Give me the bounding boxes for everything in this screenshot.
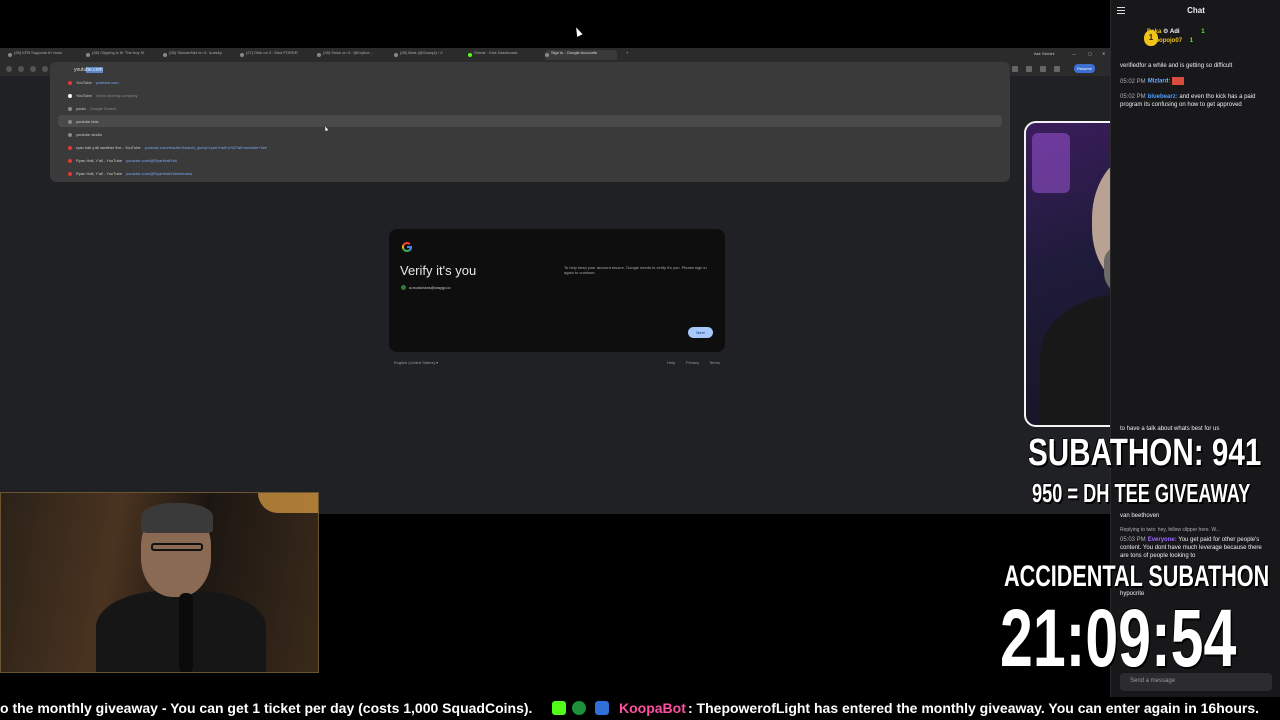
suggestion-item[interactable]: ryan hall y'all weather live - YouTube yo… (58, 141, 1002, 153)
accidental-subathon-label: ACCIDENTAL SUBATHON (1004, 560, 1270, 593)
chat-message: 05:03 PM Everyone: You get paid for other… (1120, 537, 1262, 559)
google-logo-icon (402, 242, 412, 252)
back-icon[interactable] (6, 66, 12, 72)
suggestion-item[interactable]: Ryan Hall, Y'all - YouTube youtube.com/@R… (58, 167, 1002, 179)
home-icon[interactable] (42, 66, 48, 72)
extension-icon[interactable] (1026, 66, 1032, 72)
forward-icon[interactable] (18, 66, 24, 72)
browser-tab[interactable]: (28) Beat (@Sounpl) / X (394, 50, 460, 60)
ticker-bot-name: KoopaBot (619, 700, 686, 716)
webcam-guest (0, 492, 319, 673)
close-icon[interactable]: ✕ (1102, 51, 1105, 56)
subathon-counter: SUBATHON: 941 (1028, 432, 1262, 474)
suggestion-item[interactable]: youtu Google Search (58, 102, 1002, 114)
typed-text: youtu (74, 67, 87, 73)
extension-icon[interactable] (1054, 66, 1060, 72)
mouse-cursor-icon (573, 26, 583, 37)
google-verify-card: Verify it's you a.ecatorians@waygo.io To… (389, 229, 725, 352)
emote-icon (1172, 77, 1185, 85)
help-link[interactable]: Help (667, 360, 675, 365)
chat-ticker: o the monthly giveaway - You can get 1 t… (0, 697, 1280, 720)
browser-tab[interactable]: (28) Clipping is th 'The boy St (86, 50, 156, 60)
avatar (401, 285, 406, 290)
browser-tab[interactable]: (27) Dink on X: 'Mod FORDR (240, 50, 310, 60)
browser-tab[interactable]: (28) ShowerNet on X: 'subsky (163, 50, 233, 60)
address-bar[interactable]: youtube.com (58, 64, 1002, 74)
ask-gemini-button[interactable]: Ask Gemini (1034, 51, 1054, 56)
next-button[interactable]: Next (688, 327, 713, 338)
youtube-icon (68, 80, 72, 85)
browser-tab[interactable]: (28) KFB Supports th 'boss (8, 50, 78, 60)
youtube-logo-icon (68, 93, 72, 98)
extension-icon[interactable] (1012, 66, 1018, 72)
chat-message: 05:02 PM Mizlard: (1120, 77, 1270, 86)
minimize-icon[interactable]: — (1072, 51, 1076, 56)
suggestion-item-highlighted[interactable]: youtube kids (58, 115, 1002, 127)
suggestion-item[interactable]: YouTube youtube.com (58, 76, 1002, 88)
suggestion-item[interactable]: youtube studio (58, 128, 1002, 140)
chat-message: 05:02 PM bluebearz: and even tho kick has… (1120, 94, 1256, 108)
verify-title: Verify it's you (400, 263, 477, 278)
youtube-icon (68, 145, 72, 150)
maximize-icon[interactable]: ▢ (1088, 51, 1092, 56)
youtube-icon (68, 171, 72, 176)
terms-link[interactable]: Terms (709, 360, 720, 365)
browser-tab[interactable]: (28) Snick on X: '@Kryline... (317, 50, 387, 60)
browser-tab[interactable]: Streak · Kick Dashboard (468, 50, 538, 60)
browser-tab-active[interactable]: Sign in - Google Accounts (545, 50, 617, 60)
search-icon (68, 132, 72, 137)
privacy-link[interactable]: Privacy (686, 360, 699, 365)
subathon-timer: 21:09:54 (1000, 593, 1237, 684)
account-chip[interactable]: a.ecatorians@waygo.io (401, 285, 451, 290)
verify-message: To help keep your account secure, Google… (564, 265, 707, 275)
globe-icon (572, 701, 586, 715)
youtube-icon (68, 158, 72, 163)
reload-icon[interactable] (30, 66, 36, 72)
suggestion-item[interactable]: YouTube Video sharing company (58, 89, 1002, 101)
microphone-icon (179, 593, 193, 672)
search-icon (68, 106, 72, 111)
ticker-text: o the monthly giveaway - You can get 1 t… (0, 700, 533, 716)
new-tab-button[interactable]: + (620, 50, 630, 60)
language-select[interactable]: English (United States) ▾ (394, 360, 438, 365)
badge-icon (595, 701, 609, 715)
crown-badge-icon: 1 (1144, 30, 1158, 46)
search-icon (68, 119, 72, 124)
ticker-text: : ThepowerofLight has entered the monthl… (688, 700, 1259, 716)
chat-title: Chat (1187, 6, 1205, 15)
autocomplete-text: be.com (86, 67, 103, 73)
chat-message: verifiedfor a while and is getting so di… (1120, 63, 1233, 69)
chat-message: van beethoven (1120, 513, 1160, 519)
omnibox-dropdown: youtube.com YouTube youtube.com YouTube Vi… (50, 62, 1010, 182)
giveaway-goal: 950 = DH TEE GIVEAWAY (1032, 478, 1251, 508)
suggestion-item[interactable]: Ryan Hall, Y'all - YouTube youtube.com/@R… (58, 154, 1002, 166)
chat-reply: Replying to twix: hey, fellow clipper he… (1120, 527, 1220, 533)
kick-icon (552, 701, 566, 715)
resume-button[interactable]: Resume (1074, 64, 1095, 73)
tab-bar: (28) KFB Supports th 'boss (28) Clipping… (0, 48, 1110, 62)
extension-icon[interactable] (1040, 66, 1046, 72)
